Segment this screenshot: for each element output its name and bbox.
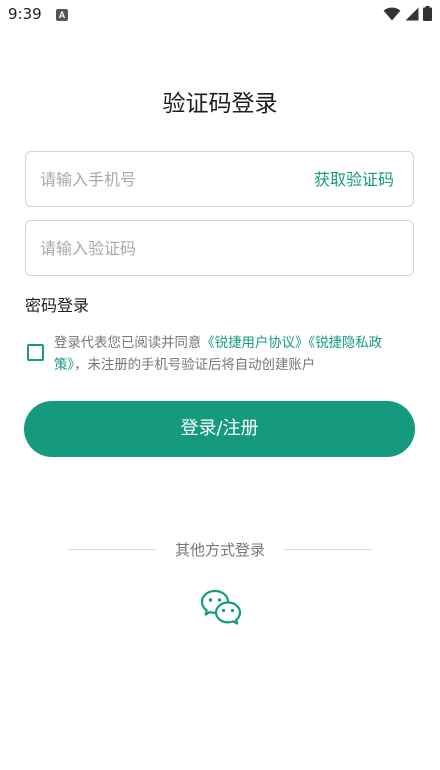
status-bar: 9:39 A (0, 0, 440, 30)
page-title: 验证码登录 (162, 91, 278, 117)
login-register-button[interactable]: 登录/注册 (24, 401, 415, 457)
status-time: 9:39 (8, 5, 42, 23)
user-agreement-link[interactable]: 《锐捷用户协议》 (201, 336, 308, 351)
other-login-label: 其他方式登录 (174, 541, 265, 559)
phone-input-container: 获取验证码 (25, 151, 414, 207)
phone-input[interactable] (40, 152, 300, 206)
wechat-login-button[interactable] (200, 588, 242, 628)
divider-left (68, 549, 156, 550)
code-input-container (25, 220, 414, 276)
agreement-checkbox[interactable] (27, 344, 44, 361)
notification-a-icon: A (56, 9, 68, 21)
password-login-link[interactable]: 密码登录 (25, 292, 89, 316)
wechat-icon (200, 589, 242, 625)
status-icons (383, 6, 432, 21)
wifi-icon (383, 7, 401, 20)
cellular-signal-icon (405, 7, 419, 20)
agreement-text: 登录代表您已阅读并同意《锐捷用户协议》《锐捷隐私政策》，未注册的手机号验证后将自… (54, 333, 414, 377)
battery-icon (423, 6, 432, 21)
divider-right (284, 549, 372, 550)
get-code-button[interactable]: 获取验证码 (314, 152, 394, 206)
code-input[interactable] (40, 221, 300, 275)
agreement-suffix: ，未注册的手机号验证后将自动创建账户 (74, 358, 316, 373)
agreement-prefix: 登录代表您已阅读并同意 (54, 336, 202, 351)
